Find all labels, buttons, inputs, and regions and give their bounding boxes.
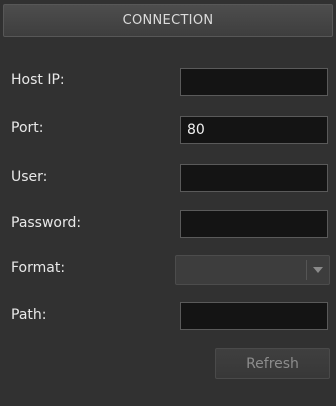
path-label: Path:: [11, 307, 47, 323]
port-label: Port:: [11, 120, 44, 136]
user-label: User:: [11, 169, 48, 185]
path-field[interactable]: [180, 302, 328, 330]
connection-panel: CONNECTION Host IP: Port: User: Password…: [0, 0, 336, 406]
user-field[interactable]: [180, 164, 328, 192]
port-field[interactable]: [180, 116, 328, 144]
panel-header: CONNECTION: [3, 4, 333, 37]
panel-title: CONNECTION: [122, 13, 214, 28]
host-ip-field[interactable]: [180, 68, 328, 96]
password-label: Password:: [11, 215, 82, 231]
password-field[interactable]: [180, 210, 328, 238]
refresh-button-label: Refresh: [246, 355, 299, 372]
dropdown-divider: [306, 260, 307, 280]
format-dropdown[interactable]: [175, 255, 330, 285]
refresh-button[interactable]: Refresh: [215, 348, 330, 379]
format-label: Format:: [11, 260, 66, 276]
host-ip-label: Host IP:: [11, 72, 65, 88]
chevron-down-icon[interactable]: [313, 267, 323, 273]
